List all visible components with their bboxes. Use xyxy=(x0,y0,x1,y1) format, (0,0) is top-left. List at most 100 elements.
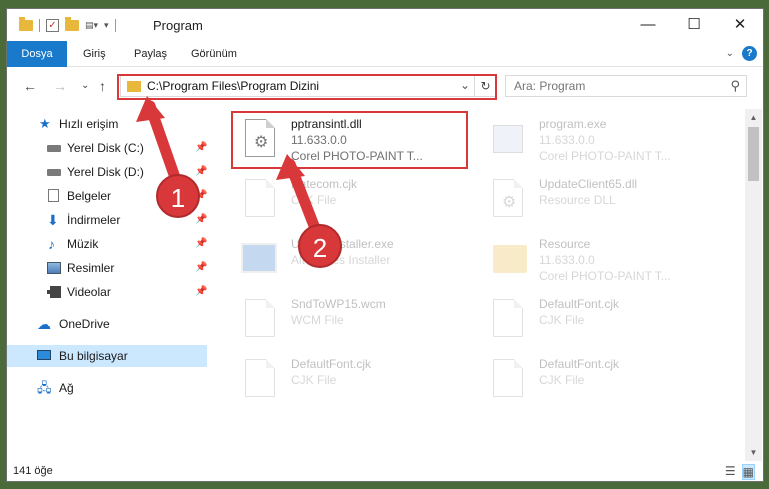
file-description: Corel PHOTO-PAINT T... xyxy=(539,269,671,283)
sidebar-item-label: Yerel Disk (D:) xyxy=(67,165,144,179)
window-title: Program xyxy=(153,18,203,33)
up-button[interactable]: ↑ xyxy=(99,78,106,94)
file-item[interactable]: DefaultFont.cjk CJK File xyxy=(479,293,719,349)
sidebar-item-onedrive[interactable]: ☁ OneDrive xyxy=(7,313,207,335)
documents-icon xyxy=(48,189,59,202)
folder-icon xyxy=(493,245,527,273)
scroll-down-icon[interactable]: ▼ xyxy=(745,444,762,461)
search-icon[interactable]: ⚲ xyxy=(730,78,740,94)
close-button[interactable]: ✕ xyxy=(717,9,763,41)
quick-access-toolbar: ✓ ▤▾ ▾ xyxy=(19,17,116,32)
file-name: program.exe xyxy=(539,117,607,131)
tab-giris[interactable]: Giriş xyxy=(83,41,106,67)
sidebar-item-this-pc[interactable]: Bu bilgisayar xyxy=(7,345,207,367)
onedrive-icon: ☁ xyxy=(37,316,51,332)
file-version: 11.633.0.0 xyxy=(539,133,595,147)
file-version: 11.633.0.0 xyxy=(539,253,595,267)
tab-gorunum[interactable]: Görünüm xyxy=(191,41,237,67)
file-item[interactable]: DefaultFont.cjk CJK File xyxy=(479,353,719,409)
file-type: CJK File xyxy=(539,313,585,327)
sidebar-item-network[interactable]: 🖧 Ağ xyxy=(7,377,207,399)
file-item[interactable]: Resource 11.633.0.0 Corel PHOTO-PAINT T.… xyxy=(479,233,719,289)
ribbon-expand-icon[interactable]: ⌄ xyxy=(726,48,734,59)
help-icon[interactable]: ? xyxy=(742,46,757,61)
tiles-view-icon[interactable]: ▦ xyxy=(741,464,755,480)
item-count: 141 öğe xyxy=(13,465,53,477)
file-item[interactable]: Ratecom.cjk CJK File xyxy=(231,173,471,229)
file-type: CJK File xyxy=(291,373,337,387)
search-box[interactable]: ⚲ xyxy=(505,75,747,97)
vertical-scrollbar[interactable]: ▲ ▼ xyxy=(745,109,762,461)
pin-icon[interactable]: 📌 xyxy=(195,209,207,231)
file-item[interactable]: UpdateInstaller.exe Alternates Installer xyxy=(231,233,471,289)
network-icon: 🖧 xyxy=(37,380,52,395)
forward-button[interactable]: → xyxy=(53,78,67,94)
maximize-button[interactable]: ☐ xyxy=(671,9,717,41)
app-icon xyxy=(241,243,277,273)
divider xyxy=(39,19,40,32)
file-icon xyxy=(493,359,523,397)
sidebar-item-label: İndirmeler xyxy=(67,213,121,227)
sidebar-item-label: Resimler xyxy=(67,261,115,275)
properties-icon[interactable]: ✓ xyxy=(46,19,59,32)
file-item[interactable]: program.exe 11.633.0.0 Corel PHOTO-PAINT… xyxy=(479,113,719,169)
customize-toolbar-icon[interactable]: ▤▾ xyxy=(85,20,98,31)
back-button[interactable]: ← xyxy=(23,78,37,94)
details-view-icon[interactable]: ☰ xyxy=(725,464,736,480)
sidebar-item-label: OneDrive xyxy=(59,317,110,331)
recent-locations-button[interactable]: ⌄ xyxy=(81,80,89,91)
sidebar-item-label: Müzik xyxy=(67,237,99,251)
music-icon: ♪ xyxy=(48,236,55,252)
minimize-button[interactable]: — xyxy=(625,9,671,41)
videos-icon xyxy=(47,286,61,298)
pin-icon[interactable]: 📌 xyxy=(195,161,207,183)
sidebar-item-disk-c[interactable]: Yerel Disk (C:) 📌 xyxy=(7,137,207,159)
file-item[interactable]: DefaultFont.cjk CJK File xyxy=(231,353,471,409)
file-name: DefaultFont.cjk xyxy=(539,357,620,371)
divider xyxy=(114,19,116,32)
navigation-pane: ★ Hızlı erişim Yerel Disk (C:) 📌 Yerel D… xyxy=(7,109,207,461)
sidebar-item-label: Belgeler xyxy=(67,189,112,203)
address-highlight-box xyxy=(117,74,497,100)
step-1-badge: 1 xyxy=(156,174,200,218)
sidebar-item-label: Bu bilgisayar xyxy=(59,349,128,363)
file-icon xyxy=(493,299,523,337)
file-item[interactable]: ⚙ UpdateClient65.dll Resource DLL xyxy=(479,173,719,229)
exe-icon xyxy=(493,125,523,153)
pin-icon[interactable]: 📌 xyxy=(195,257,207,279)
search-input[interactable] xyxy=(506,76,706,96)
disk-icon xyxy=(47,169,61,176)
scroll-thumb[interactable] xyxy=(748,127,759,181)
pin-icon[interactable]: 📌 xyxy=(195,233,207,255)
tab-paylas[interactable]: Paylaş xyxy=(134,41,167,67)
file-type: CJK File xyxy=(291,193,337,207)
pin-icon[interactable]: 📌 xyxy=(195,281,207,303)
file-name: SndToWP15.wcm xyxy=(291,297,386,311)
file-item[interactable]: SndToWP15.wcm WCM File xyxy=(231,293,471,349)
download-icon: ⬇ xyxy=(47,212,59,228)
pin-icon[interactable]: 📌 xyxy=(195,137,207,159)
step-2-badge: 2 xyxy=(298,224,342,268)
new-folder-icon[interactable] xyxy=(65,17,79,31)
file-name: UpdateClient65.dll xyxy=(539,177,638,191)
sidebar-item-label: Hızlı erişim xyxy=(59,117,119,131)
dll-icon: ⚙ xyxy=(493,179,523,217)
computer-icon xyxy=(37,350,51,360)
file-type: Resource DLL xyxy=(539,193,616,207)
disk-icon xyxy=(47,145,61,152)
status-bar: 141 öğe ☰ ▦ xyxy=(7,461,763,481)
sidebar-item-music[interactable]: ♪ Müzik 📌 xyxy=(7,233,207,255)
star-icon: ★ xyxy=(39,116,51,131)
file-type: WCM File xyxy=(291,313,344,327)
sidebar-item-quick-access[interactable]: ★ Hızlı erişim xyxy=(7,113,207,135)
toolbar-dropdown-icon[interactable]: ▾ xyxy=(104,20,109,31)
scroll-up-icon[interactable]: ▲ xyxy=(745,109,762,126)
sidebar-item-pictures[interactable]: Resimler 📌 xyxy=(7,257,207,279)
sidebar-item-label: Ağ xyxy=(59,381,74,395)
file-icon xyxy=(245,299,275,337)
folder-icon xyxy=(19,17,33,31)
sidebar-item-label: Videolar xyxy=(67,285,111,299)
file-name: Resource xyxy=(539,237,591,251)
file-name: DefaultFont.cjk xyxy=(291,357,372,371)
sidebar-item-videos[interactable]: Videolar 📌 xyxy=(7,281,207,303)
